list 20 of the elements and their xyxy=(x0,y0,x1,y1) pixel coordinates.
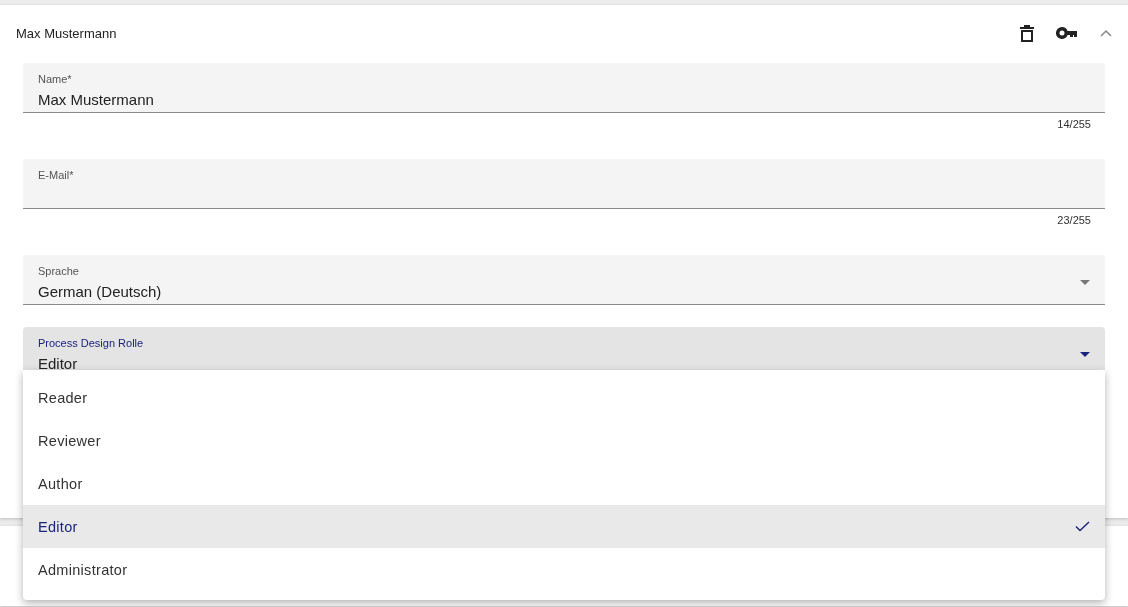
menu-option[interactable]: Editor xyxy=(23,505,1105,548)
delete-button[interactable] xyxy=(1020,24,1034,42)
card-title: Max Mustermann xyxy=(16,25,118,41)
menu-option[interactable]: Reader xyxy=(23,376,1105,419)
dropdown-caret-icon xyxy=(1080,352,1090,357)
character-counter: 14/255 xyxy=(1056,117,1092,132)
key-icon xyxy=(1056,27,1078,39)
input-field[interactable]: E-Mail* xyxy=(23,159,1105,209)
trash-icon xyxy=(1020,24,1034,42)
menu-option[interactable]: Administrator xyxy=(23,548,1105,591)
menu-option[interactable]: Reviewer xyxy=(23,419,1105,462)
chevron-icon xyxy=(1100,29,1112,37)
check-icon xyxy=(1075,521,1090,532)
collapse-button[interactable] xyxy=(1100,29,1112,37)
menu-option[interactable]: Author xyxy=(23,462,1105,505)
input-field[interactable]: Name* Max Mustermann xyxy=(23,63,1105,113)
character-counter: 23/255 xyxy=(1056,213,1092,228)
dropdown-caret-icon xyxy=(1080,280,1090,285)
select-field[interactable]: Sprache German (Deutsch) xyxy=(23,255,1105,305)
key-button[interactable] xyxy=(1056,27,1078,39)
